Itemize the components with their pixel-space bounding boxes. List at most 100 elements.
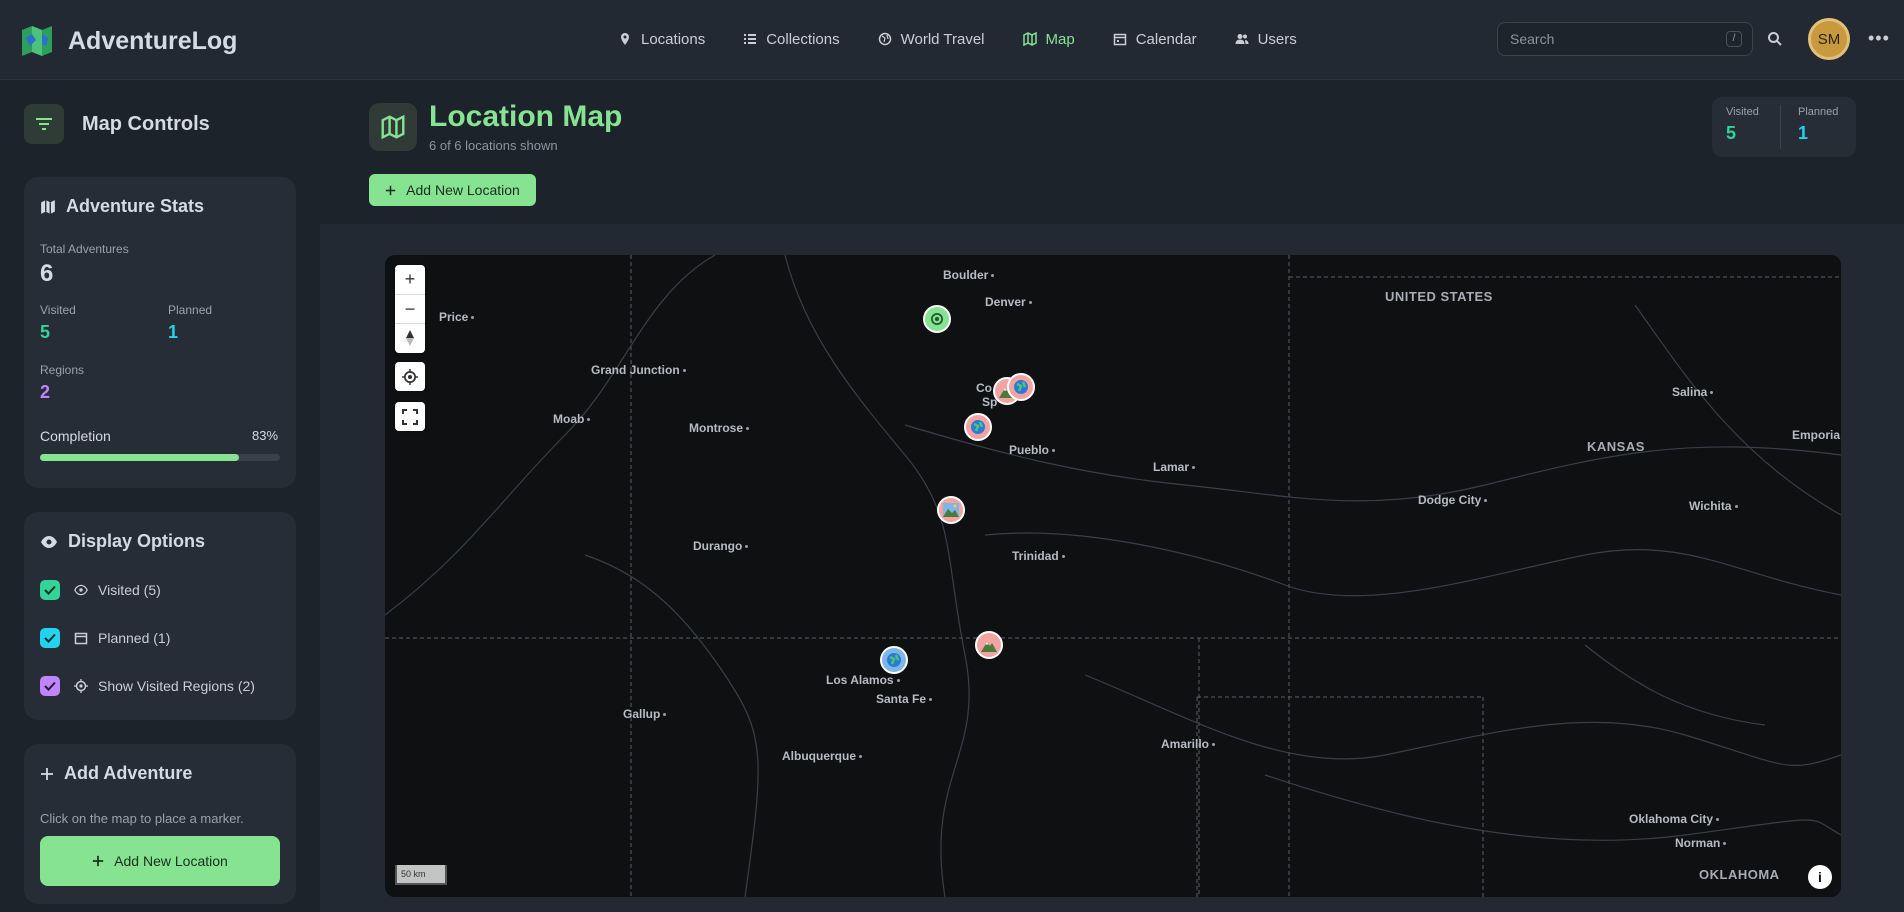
landscape-icon [943, 503, 959, 517]
city-label: Los Alamos [826, 673, 900, 687]
summary-visited-label: Visited [1726, 106, 1759, 118]
visited-regions-option-label: Show Visited Regions (2) [98, 678, 255, 694]
planned-checkbox[interactable] [40, 628, 60, 648]
list-icon [744, 34, 757, 44]
brand[interactable]: AdventureLog [20, 24, 237, 58]
visited-planned-summary: Visited 5 Planned 1 [1712, 97, 1856, 157]
nav-users[interactable]: Users [1235, 28, 1297, 50]
compass-icon [406, 330, 414, 346]
fullscreen-button[interactable] [395, 402, 425, 431]
calendar-icon [1113, 33, 1126, 46]
planned-toggle[interactable]: Planned (1) [40, 628, 170, 648]
calendar-icon [74, 632, 88, 645]
summary-visited-value: 5 [1726, 123, 1737, 143]
nav-users-label: Users [1257, 30, 1297, 48]
globe-icon [971, 420, 985, 434]
completion-label: Completion [40, 428, 111, 444]
completion-progress-fill [40, 454, 240, 461]
nav-collections[interactable]: Collections [743, 28, 840, 50]
search-icon[interactable] [1766, 30, 1784, 48]
filter-toggle-button[interactable] [24, 104, 64, 144]
geolocate-button[interactable] [395, 362, 425, 391]
display-options-card: Display Options Visited (5) Planned (1) … [24, 512, 296, 720]
adventure-stats-card: Adventure Stats Total Adventures 6 Visit… [24, 177, 296, 488]
map-canvas[interactable]: UNITED STATES KANSAS OKLAHOMA Boulder De… [385, 255, 1841, 897]
nav-locations[interactable]: Locations [618, 28, 705, 50]
search-shortcut-key: / [1726, 31, 1742, 47]
nav-calendar-label: Calendar [1135, 30, 1197, 48]
nav-world-travel[interactable]: World Travel [878, 28, 985, 50]
city-label: Montrose [689, 421, 749, 435]
map-scale-bar: 50 km [395, 865, 447, 885]
total-adventures-value: 6 [40, 260, 54, 287]
add-new-location-button[interactable]: Add New Location [369, 174, 536, 206]
location-marker[interactable] [937, 496, 965, 524]
location-marker[interactable] [975, 631, 1003, 659]
map-controls-header: Map Controls [24, 104, 210, 144]
filter-icon [36, 118, 52, 130]
zoom-out-button[interactable]: − [395, 294, 425, 323]
total-adventures-label: Total Adventures [40, 242, 129, 256]
display-options-title: Display Options [68, 531, 206, 551]
current-location-marker[interactable] [923, 305, 951, 333]
visited-regions-toggle[interactable]: Show Visited Regions (2) [40, 676, 255, 696]
more-menu-button[interactable]: ••• [1868, 28, 1890, 49]
search-input[interactable] [1510, 31, 1710, 47]
compass-button[interactable] [395, 323, 425, 352]
city-label: Santa Fe [876, 692, 933, 706]
visited-value: 5 [40, 322, 51, 342]
users-icon [1235, 34, 1249, 44]
add-adventure-heading: Add Adventure [40, 763, 192, 784]
visited-label: Visited [40, 303, 76, 317]
location-marker[interactable] [1007, 373, 1035, 401]
map-controls-title: Map Controls [82, 112, 210, 135]
sidebar-add-location-button[interactable]: Add New Location [40, 836, 280, 886]
city-label: Wichita [1689, 499, 1738, 513]
add-new-location-label: Add New Location [406, 182, 520, 198]
user-avatar[interactable]: SM [1808, 18, 1850, 60]
display-options-heading: Display Options [40, 531, 205, 552]
nav-world-travel-label: World Travel [900, 30, 985, 48]
zoom-in-button[interactable]: + [395, 265, 425, 294]
planned-location-marker[interactable] [880, 646, 908, 674]
search-field[interactable]: / [1497, 22, 1753, 56]
city-label: Denver [985, 295, 1032, 309]
map-icon [1022, 32, 1037, 46]
page-subtitle: 6 of 6 locations shown [429, 138, 558, 153]
visited-regions-checkbox[interactable] [40, 676, 60, 696]
location-target-icon [931, 313, 943, 325]
fullscreen-icon [402, 408, 418, 425]
city-label: Emporia [1792, 428, 1841, 442]
location-target-icon [74, 679, 88, 693]
nav-map[interactable]: Map [1022, 28, 1075, 50]
city-label: Trinidad [1012, 549, 1065, 563]
eye-icon [74, 584, 88, 596]
location-target-icon [402, 368, 418, 385]
info-icon: i [1818, 869, 1822, 885]
top-navbar: AdventureLog Locations Collections World… [0, 0, 1904, 80]
add-adventure-card: Add Adventure Click on the map to place … [24, 744, 296, 904]
sidebar-add-location-label: Add New Location [114, 853, 228, 869]
city-label: Dodge City [1418, 493, 1488, 507]
attribution-info-button[interactable]: i [1808, 865, 1832, 889]
page-title: Location Map [429, 100, 623, 133]
globe-icon [887, 653, 901, 667]
brand-name: AdventureLog [68, 26, 238, 55]
plus-icon [41, 767, 53, 780]
city-label: Norman [1675, 836, 1727, 850]
globe-icon [878, 32, 891, 46]
location-marker[interactable] [964, 413, 992, 441]
planned-value: 1 [168, 322, 179, 342]
visited-toggle[interactable]: Visited (5) [40, 580, 161, 600]
map-controls-sidebar: Map Controls Adventure Stats Total Adven… [0, 81, 320, 912]
nav-calendar[interactable]: Calendar [1113, 28, 1197, 50]
city-label: Pueblo [1009, 443, 1056, 457]
city-label: Co [976, 381, 992, 395]
visited-checkbox[interactable] [40, 580, 60, 600]
map-icon [381, 115, 405, 139]
city-label: Boulder [943, 268, 995, 282]
city-label: Lamar [1153, 460, 1196, 474]
city-label: Albuquerque [782, 749, 862, 763]
globe-icon [1014, 380, 1028, 394]
zoom-controls: + − [395, 265, 425, 353]
